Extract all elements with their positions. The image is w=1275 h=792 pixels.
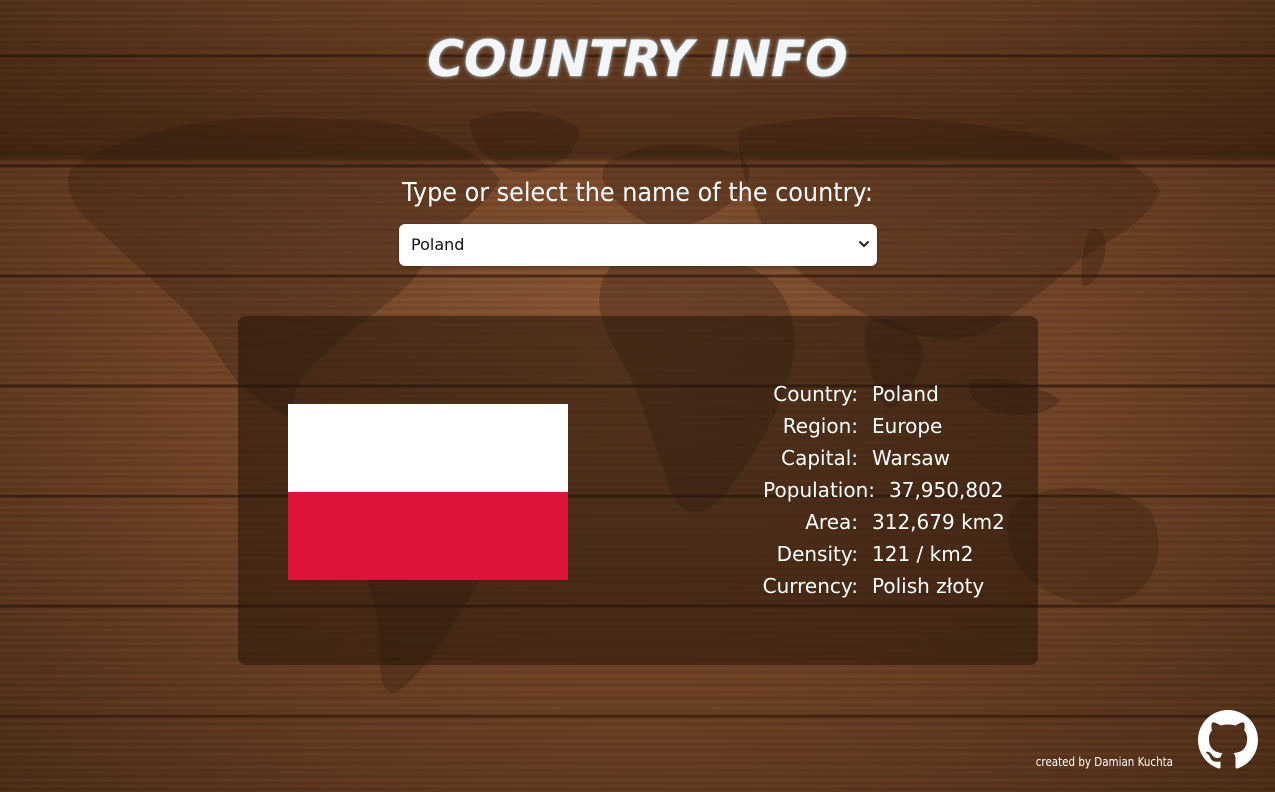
detail-row-region: Region: Europe <box>740 410 1020 442</box>
detail-value: Europe <box>872 414 943 438</box>
country-select[interactable]: Poland <box>399 224 877 266</box>
detail-row-country: Country: Poland <box>740 378 1020 410</box>
detail-value: Warsaw <box>872 446 951 470</box>
detail-row-currency: Currency: Polish złoty <box>740 570 1020 602</box>
detail-label: Area: <box>805 510 858 534</box>
flag-stripe-white <box>288 404 568 492</box>
detail-label: Region: <box>782 414 858 438</box>
detail-label: Density: <box>776 542 858 566</box>
detail-label: Population: <box>763 478 875 502</box>
author-credit: created by Damian Kuchta <box>1035 755 1173 769</box>
country-select-value: Poland <box>411 235 465 254</box>
detail-row-population: Population: 37,950,802 <box>740 474 1020 506</box>
detail-label: Country: <box>773 382 858 406</box>
country-details: Country: Poland Region: Europe Capital: War… <box>740 378 1020 602</box>
detail-value: Polish złoty <box>872 574 985 598</box>
detail-value: 312,679 km2 <box>872 510 1005 534</box>
country-flag <box>288 404 568 580</box>
country-select-prompt: Type or select the name of the country: <box>402 178 873 208</box>
detail-row-density: Density: 121 / km2 <box>740 538 1020 570</box>
flag-stripe-red <box>288 492 568 580</box>
detail-value: 121 / km2 <box>872 542 974 566</box>
detail-value: 37,950,802 <box>889 478 1004 502</box>
detail-label: Capital: <box>781 446 858 470</box>
detail-value: Poland <box>872 382 939 406</box>
chevron-down-icon <box>859 241 869 247</box>
detail-row-capital: Capital: Warsaw <box>740 442 1020 474</box>
detail-label: Currency: <box>762 574 858 598</box>
github-icon[interactable] <box>1198 710 1258 770</box>
detail-row-area: Area: 312,679 km2 <box>740 506 1020 538</box>
page-title: COUNTRY INFO <box>427 30 848 88</box>
